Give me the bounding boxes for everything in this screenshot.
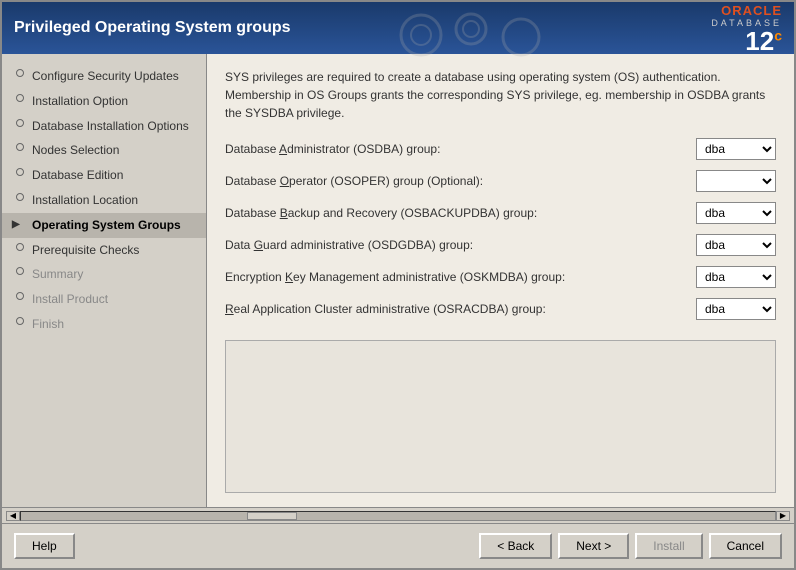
control-osdba: dba oper backupdba (696, 138, 776, 160)
help-button[interactable]: Help (14, 533, 75, 559)
sidebar-item-os-groups[interactable]: ▶ Operating System Groups (2, 213, 206, 238)
gear-decoration (391, 9, 591, 64)
empty-area (225, 340, 776, 493)
main-window: Privileged Operating System groups ORACL… (0, 0, 796, 570)
bullet-configure-security (16, 69, 24, 77)
form-row-osbackupdba: Database Backup and Recovery (OSBACKUPDB… (225, 202, 776, 224)
oracle-name: ORACLE (711, 3, 782, 18)
horizontal-scrollbar[interactable]: ◀ ▶ (2, 507, 794, 523)
bullet-prereq-checks (16, 243, 24, 251)
bullet-install-location (16, 193, 24, 201)
select-osbackupdba[interactable]: dba backupdba (696, 202, 776, 224)
navigation-buttons: < Back Next > Install Cancel (479, 533, 782, 559)
title-bar: Privileged Operating System groups ORACL… (2, 2, 794, 54)
sidebar-item-db-edition[interactable]: Database Edition (2, 163, 206, 188)
sidebar-item-install-location[interactable]: Installation Location (2, 188, 206, 213)
bullet-finish (16, 317, 24, 325)
label-osdba: Database Administrator (OSDBA) group: (225, 142, 696, 156)
bullet-installation-option (16, 94, 24, 102)
control-osracdba: dba racdba (696, 298, 776, 320)
back-button[interactable]: < Back (479, 533, 552, 559)
sidebar-item-configure-security[interactable]: Configure Security Updates (2, 64, 206, 89)
sidebar-item-installation-option[interactable]: Installation Option (2, 89, 206, 114)
scrollbar-thumb[interactable] (247, 512, 297, 520)
bottom-bar: Help < Back Next > Install Cancel (2, 523, 794, 568)
cancel-button[interactable]: Cancel (709, 533, 782, 559)
select-osracdba[interactable]: dba racdba (696, 298, 776, 320)
control-oskmdba: dba kmdba (696, 266, 776, 288)
oracle-brand: ORACLE DATABASE 12c (711, 3, 782, 54)
sidebar-item-prereq-checks[interactable]: Prerequisite Checks (2, 238, 206, 263)
sidebar-item-db-install-options[interactable]: Database Installation Options (2, 114, 206, 139)
form-row-osdgdba: Data Guard administrative (OSDGDBA) grou… (225, 234, 776, 256)
content-area: SYS privileges are required to create a … (207, 54, 794, 507)
control-osbackupdba: dba backupdba (696, 202, 776, 224)
form-row-osoper: Database Operator (OSOPER) group (Option… (225, 170, 776, 192)
bullet-db-install-options (16, 119, 24, 127)
window-title: Privileged Operating System groups (14, 19, 291, 37)
next-button[interactable]: Next > (558, 533, 629, 559)
select-osdba[interactable]: dba oper backupdba (696, 138, 776, 160)
oracle-version: 12c (711, 28, 782, 54)
main-content: Configure Security Updates Installation … (2, 54, 794, 507)
arrow-os-groups: ▶ (12, 218, 20, 232)
sidebar-item-install-product: Install Product (2, 287, 206, 312)
intro-text: SYS privileges are required to create a … (225, 68, 776, 122)
label-osbackupdba: Database Backup and Recovery (OSBACKUPDB… (225, 206, 696, 220)
scrollbar-track[interactable] (20, 511, 776, 521)
label-osracdba: Real Application Cluster administrative … (225, 302, 696, 316)
install-button[interactable]: Install (635, 533, 702, 559)
control-osdgdba: dba dgdba (696, 234, 776, 256)
sidebar: Configure Security Updates Installation … (2, 54, 207, 507)
bullet-db-edition (16, 168, 24, 176)
label-osdgdba: Data Guard administrative (OSDGDBA) grou… (225, 238, 696, 252)
bullet-install-product (16, 292, 24, 300)
form-row-oskmdba: Encryption Key Management administrative… (225, 266, 776, 288)
form-row-osracdba: Real Application Cluster administrative … (225, 298, 776, 320)
form-row-osdba: Database Administrator (OSDBA) group: db… (225, 138, 776, 160)
control-osoper: dba oper (696, 170, 776, 192)
bullet-summary (16, 267, 24, 275)
select-oskmdba[interactable]: dba kmdba (696, 266, 776, 288)
scroll-left-btn[interactable]: ◀ (6, 511, 20, 521)
bullet-nodes-selection (16, 143, 24, 151)
sidebar-item-nodes-selection[interactable]: Nodes Selection (2, 138, 206, 163)
select-osdgdba[interactable]: dba dgdba (696, 234, 776, 256)
scroll-right-btn[interactable]: ▶ (776, 511, 790, 521)
sidebar-item-summary: Summary (2, 262, 206, 287)
label-osoper: Database Operator (OSOPER) group (Option… (225, 174, 696, 188)
select-osoper[interactable]: dba oper (696, 170, 776, 192)
title-text: Privileged Operating System groups (14, 19, 291, 37)
label-oskmdba: Encryption Key Management administrative… (225, 270, 696, 284)
sidebar-item-finish: Finish (2, 312, 206, 337)
